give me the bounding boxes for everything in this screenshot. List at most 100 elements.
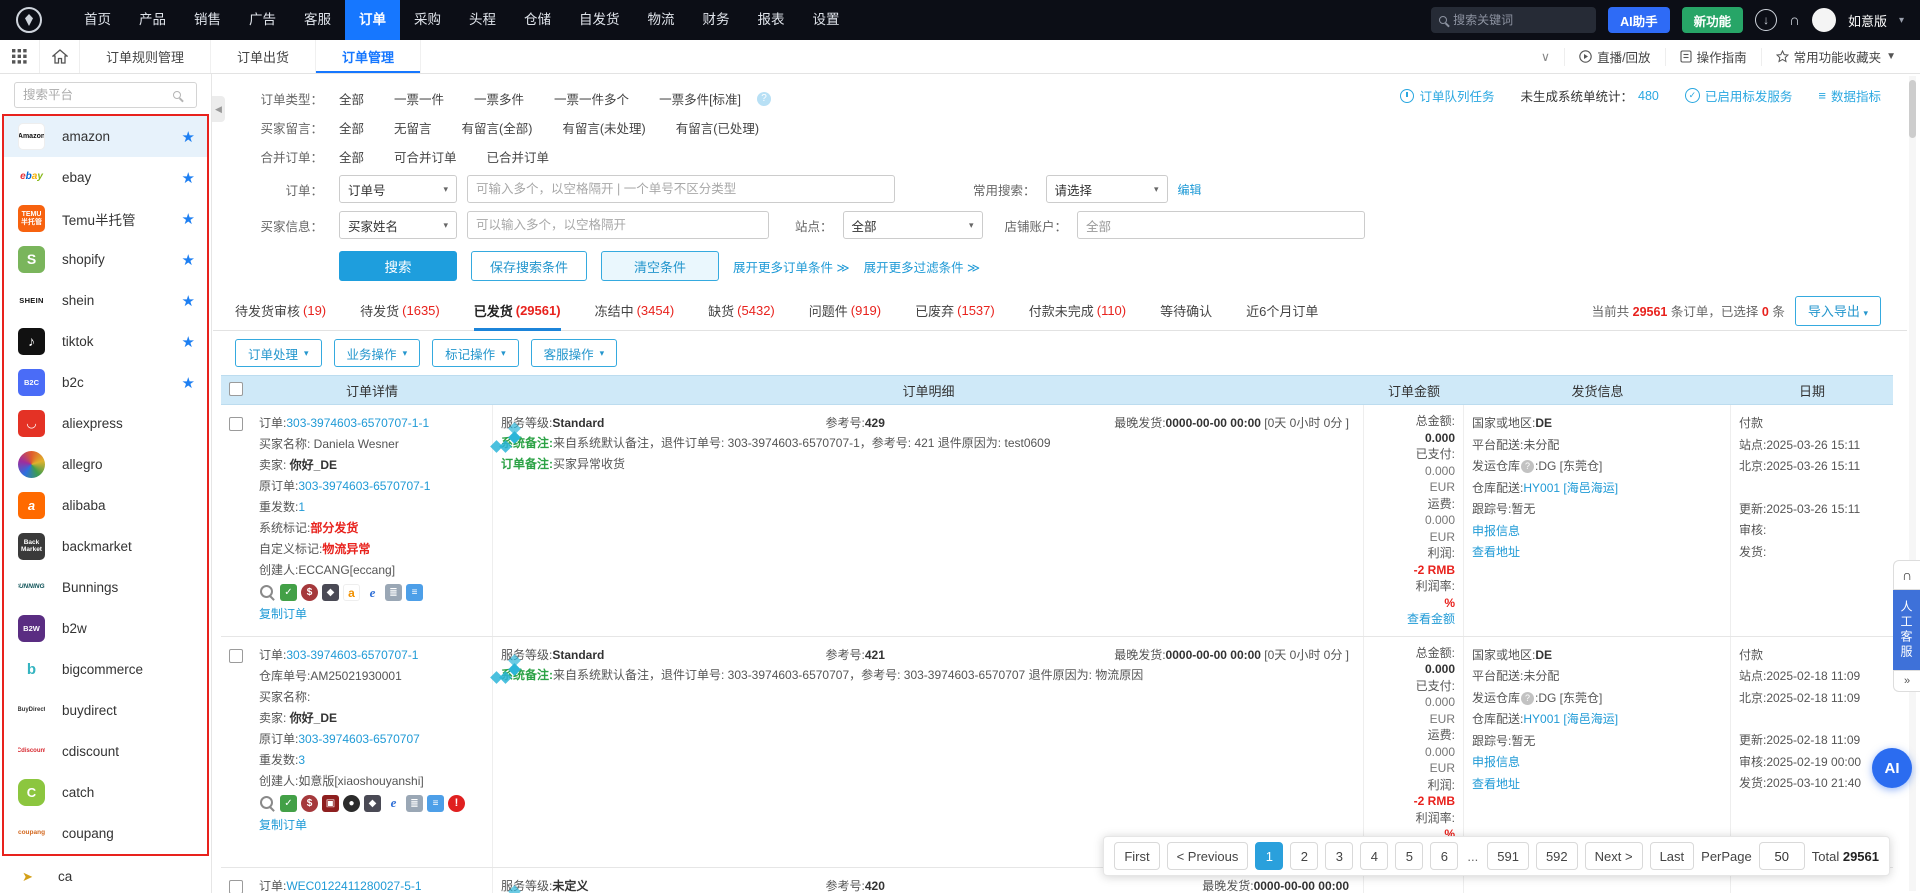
star-icon[interactable]: ★ [182, 210, 195, 228]
pagination-first-button[interactable]: First [1114, 842, 1159, 870]
ebay-icon[interactable]: e [364, 584, 381, 601]
order-detail-link[interactable]: 303-3974603-6570707-1 [286, 648, 418, 662]
nav-item-首页[interactable]: 首页 [70, 0, 125, 40]
truck-icon[interactable]: ▣ [322, 795, 339, 812]
sidebar-item-amazon[interactable]: Amazonamazon★ [4, 116, 207, 157]
sidebar-item-shein[interactable]: SHEINshein★ [4, 280, 207, 321]
nav-item-订单[interactable]: 订单 [345, 0, 400, 40]
filter-option[interactable]: 可合并订单 [394, 147, 457, 166]
sidebar-item-backmarket[interactable]: Back Marketbackmarket [4, 526, 207, 567]
row-checkbox[interactable] [229, 649, 243, 663]
copy-order-link[interactable]: 复制订单 [259, 607, 307, 621]
apps-grid-icon[interactable] [0, 40, 40, 73]
platform-search-input[interactable] [23, 88, 173, 102]
status-tab-问题件[interactable]: 问题件(919) [809, 291, 881, 331]
version-label[interactable]: 如意版 [1848, 11, 1887, 30]
doc-icon[interactable]: ≡ [406, 584, 423, 601]
shop-account-input[interactable] [1077, 211, 1365, 239]
nav-item-物流[interactable]: 物流 [634, 0, 689, 40]
shipping-link[interactable]: 申报信息 [1472, 755, 1520, 769]
nav-item-头程[interactable]: 头程 [455, 0, 510, 40]
pagination-page-1[interactable]: 1 [1255, 842, 1283, 870]
status-tab-等待确认[interactable]: 等待确认 [1160, 291, 1212, 331]
row-checkbox[interactable] [229, 417, 243, 431]
chevron-down-icon[interactable]: ▾ [1899, 15, 1904, 26]
order-detail-link[interactable]: 303-3974603-6570707 [298, 732, 419, 746]
copy-order-link[interactable]: 复制订单 [259, 818, 307, 832]
guide-link[interactable]: 操作指南 [1665, 48, 1761, 66]
headset-icon[interactable]: ∩ [1789, 12, 1800, 29]
order-queue-link[interactable]: 订单队列任务 [1400, 86, 1494, 105]
sidebar-item-alibaba[interactable]: aalibaba [4, 485, 207, 526]
pagination-page-3[interactable]: 3 [1325, 842, 1353, 870]
edit-link[interactable]: 编辑 [1178, 181, 1202, 198]
action-button-标记操作[interactable]: 标记操作▾ [432, 339, 519, 367]
doc-icon[interactable]: ≡ [427, 795, 444, 812]
download-icon[interactable]: ↓ [1755, 9, 1777, 31]
star-icon[interactable]: ★ [182, 169, 195, 187]
order-detail-link[interactable]: 303-3974603-6570707-1 [298, 479, 430, 493]
shipping-link[interactable]: 申报信息 [1472, 524, 1520, 538]
status-tab-已发货[interactable]: 已发货(29561) [474, 291, 561, 331]
customer-service-tab[interactable]: 人工客服 [1893, 590, 1920, 670]
card-icon[interactable]: ≣ [406, 795, 423, 812]
pagination-next-button[interactable]: Next > [1585, 842, 1643, 870]
sidebar-item-coupang[interactable]: coupangcoupang [4, 813, 207, 854]
pagination-page-5[interactable]: 5 [1395, 842, 1423, 870]
cart-icon[interactable]: ✓ [280, 795, 297, 812]
parcel-icon[interactable]: ◆ [364, 795, 381, 812]
sidebar-item-allegro[interactable]: allegro [4, 444, 207, 485]
search-button[interactable]: 搜索 [339, 251, 457, 281]
pagination-last-button[interactable]: Last [1650, 842, 1695, 870]
ai-floating-button[interactable]: AI [1872, 748, 1912, 788]
card-icon[interactable]: ≣ [385, 584, 402, 601]
nav-item-财务[interactable]: 财务 [689, 0, 744, 40]
nav-item-报表[interactable]: 报表 [744, 0, 799, 40]
status-tab-待发货审核[interactable]: 待发货审核(19) [235, 291, 326, 331]
favorites-link[interactable]: 常用功能收藏夹 ▼ [1761, 48, 1910, 66]
status-tab-付款未完成[interactable]: 付款未完成(110) [1029, 291, 1126, 331]
tab-订单管理[interactable]: 订单管理 [316, 40, 421, 73]
expand-icon[interactable]: » [1893, 670, 1920, 692]
pagination-page-2[interactable]: 2 [1290, 842, 1318, 870]
shipping-link[interactable]: HY001 [海邑海运] [1523, 712, 1618, 726]
shipping-link[interactable]: 查看地址 [1472, 777, 1520, 791]
label-service-link[interactable]: ✓ 已启用标发服务 [1685, 86, 1793, 105]
filter-option[interactable]: 全部 [339, 147, 364, 166]
pagination-page-591[interactable]: 591 [1487, 842, 1529, 870]
order-number-input[interactable] [467, 175, 895, 203]
amazon-icon[interactable]: a [343, 584, 360, 601]
action-button-订单处理[interactable]: 订单处理▾ [235, 339, 322, 367]
sidebar-item-ebay[interactable]: ebayebay★ [4, 157, 207, 198]
nav-item-仓储[interactable]: 仓储 [510, 0, 565, 40]
help-icon[interactable]: ? [757, 92, 771, 106]
alert-icon[interactable]: ! [448, 795, 465, 812]
status-tab-缺货[interactable]: 缺货(5432) [708, 291, 775, 331]
filter-option[interactable]: 全部 [339, 118, 364, 137]
filter-option[interactable]: 无留言 [394, 118, 432, 137]
buyer-name-input[interactable] [467, 211, 769, 239]
shipping-link[interactable]: 查看地址 [1472, 545, 1520, 559]
search-icon[interactable] [259, 795, 276, 812]
scrollbar-thumb[interactable] [1909, 80, 1916, 138]
pagination-page-4[interactable]: 4 [1360, 842, 1388, 870]
more-order-conditions-link[interactable]: 展开更多订单条件 ≫ [733, 257, 850, 276]
select-all-checkbox[interactable] [229, 382, 243, 396]
order-detail-link[interactable]: 303-3974603-6570707-1-1 [286, 416, 429, 430]
chevron-down-icon[interactable]: ∨ [1527, 48, 1564, 66]
perpage-input[interactable] [1759, 842, 1805, 870]
filter-option[interactable]: 一票一件多个 [554, 89, 629, 108]
ai-assistant-button[interactable]: AI助手 [1608, 7, 1670, 33]
money-bag-icon[interactable]: $ [301, 584, 318, 601]
import-export-button[interactable]: 导入导出 ▾ [1795, 296, 1881, 326]
nav-item-产品[interactable]: 产品 [125, 0, 180, 40]
sidebar-item-aliexpress[interactable]: ◡aliexpress [4, 403, 207, 444]
tab-订单出货[interactable]: 订单出货 [211, 40, 316, 73]
filter-option[interactable]: 有留言(未处理) [562, 118, 645, 137]
data-metrics-link[interactable]: ≡ 数据指标 [1818, 86, 1881, 105]
nav-item-采购[interactable]: 采购 [400, 0, 455, 40]
star-icon[interactable]: ★ [182, 251, 195, 269]
sidebar-item-shopify[interactable]: Sshopify★ [4, 239, 207, 280]
filter-option[interactable]: 一票多件[标准] [659, 89, 741, 108]
filter-option[interactable]: 有留言(全部) [462, 118, 533, 137]
